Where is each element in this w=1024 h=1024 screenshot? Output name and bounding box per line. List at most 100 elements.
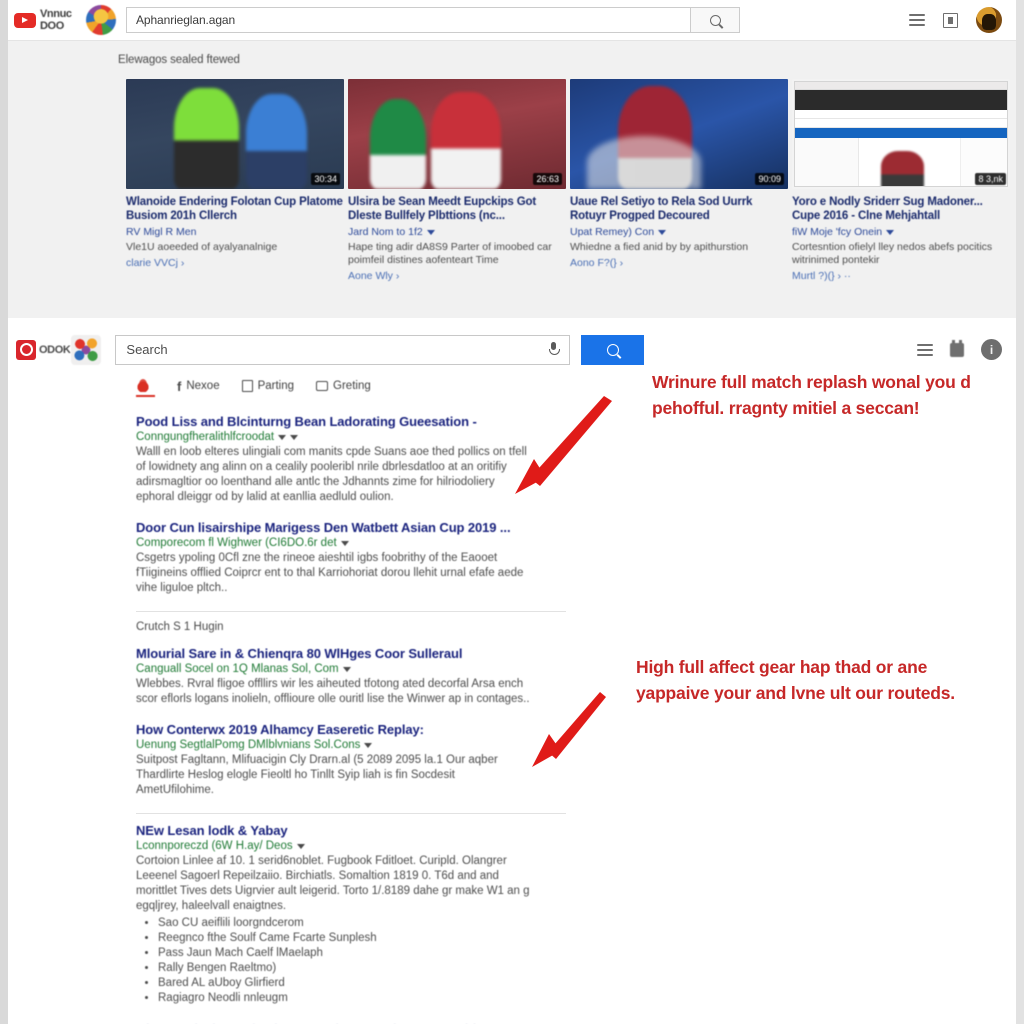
tab-greting-label: Greting — [333, 380, 371, 392]
search-bar: Search — [115, 334, 645, 365]
video-search-input[interactable]: Aphanrieglan.agan — [126, 7, 690, 33]
search-result-item[interactable]: How Conterwx 2019 Alhamcy Easeretic Repl… — [136, 722, 531, 798]
video-more-link[interactable]: clarie VVCj › — [126, 257, 344, 269]
video-more-link[interactable]: Aone Wly › — [348, 270, 566, 282]
search-icon — [709, 14, 721, 26]
result-title[interactable]: NEw Lesan lodk & Yabay — [136, 823, 531, 839]
result-url-label: Comporecom fl Wighwer (CI6DO.6r det — [136, 537, 337, 549]
search-header-actions: i — [917, 339, 1002, 360]
list-item: Reegnco fthe Soulf Came Fcarte Sunplesh — [158, 931, 531, 946]
result-snippet: Cortoion Linlee af 10. 1 serid6noblet. F… — [136, 855, 530, 912]
video-title[interactable]: Ulsira be Sean Meedt Eupckips Got Dleste… — [348, 195, 566, 223]
video-card[interactable]: 90:09 Uaue Rel Setiyo to Rela Sod Uurrk … — [570, 79, 788, 282]
result-url[interactable]: Lconnporeczd (6W H.ay/ Deos — [136, 840, 531, 852]
result-url[interactable]: Comporecom fl Wighwer (CI6DO.6r det — [136, 537, 531, 549]
search-submit-button[interactable] — [581, 334, 645, 365]
video-title[interactable]: Uaue Rel Setiyo to Rela Sod Uurrk Rotuyr… — [570, 195, 788, 223]
tab-parting-label: Parting — [257, 380, 295, 392]
chevron-down-icon[interactable] — [296, 843, 305, 849]
video-thumbnail[interactable]: 30:34 — [126, 79, 344, 189]
video-channel[interactable]: Jard Nom to 1f2 — [348, 226, 566, 238]
video-site-logo[interactable]: Vnnuc DOO — [14, 5, 116, 35]
video-thumbnail[interactable]: 90:09 — [570, 79, 788, 189]
video-channel-label: RV Migl R Men — [126, 226, 197, 238]
list-item: Sao CU aeiflili loorgndcerom — [158, 916, 531, 931]
result-snippet: Csgetrs ypoling 0Cfl zne the rineoe aies… — [136, 552, 524, 594]
result-url[interactable]: Uenung SegtlalPomg DMlblvnians Sol.Cons — [136, 739, 531, 751]
search-site-wordmark: ODOK — [39, 343, 71, 356]
list-item: Pass Jaun Mach Caelf lMaelaph — [158, 946, 531, 961]
doodle-logo-icon — [71, 334, 102, 365]
video-meta: Hape ting adir dA8S9 Parter of imoobed c… — [348, 241, 552, 266]
youtube-play-icon — [14, 12, 36, 28]
video-meta: Cortesntion ofielyl lley nedos abefs poc… — [792, 241, 993, 266]
chevron-down-icon[interactable] — [340, 540, 349, 546]
result-snippet: Suitpost Fagltann, Mlifuacigin Cly Drarn… — [136, 754, 498, 796]
video-channel[interactable]: fiW Moje 'fcy Onein — [792, 226, 1010, 238]
result-url-label: Lconnporeczd (6W H.ay/ Deos — [136, 840, 293, 852]
video-card[interactable]: 26:63 Ulsira be Sean Meedt Eupckips Got … — [348, 79, 566, 282]
chevron-down-icon[interactable] — [342, 666, 351, 672]
flame-icon — [136, 378, 150, 392]
hamburger-menu-icon[interactable] — [909, 14, 925, 26]
search-result-item[interactable]: Pood Liss and Blcinturng Bean Ladorating… — [136, 414, 531, 505]
user-avatar[interactable] — [976, 7, 1002, 33]
hamburger-menu-icon[interactable] — [917, 343, 933, 356]
video-card[interactable]: 8 3,nk Yoro e Nodly Sriderr Sug Madoner.… — [792, 79, 1010, 282]
video-duration: 26:63 — [533, 173, 562, 185]
result-title[interactable]: Door Cun lisairshipe Marigess Den Watbet… — [136, 520, 531, 536]
search-nav-tabs: f Nexoe Parting Greting — [136, 378, 371, 397]
video-title[interactable]: Wlanoide Endering Folotan Cup Platome Bu… — [126, 195, 344, 223]
video-duration: 90:09 — [755, 173, 784, 185]
search-site-header: ODOK Search i — [8, 326, 1016, 373]
extension-icon[interactable] — [950, 339, 964, 357]
annotation-text-top: Wrinure full match replash wonal you d p… — [652, 372, 971, 418]
video-search-button[interactable] — [690, 7, 740, 33]
video-channel[interactable]: Upat Remey) Con — [570, 226, 788, 238]
search-input-placeholder: Search — [126, 342, 168, 357]
opera-mark-icon — [16, 339, 36, 360]
tab-nexoe[interactable]: f Nexoe — [177, 380, 220, 396]
search-input[interactable]: Search — [115, 334, 571, 365]
result-title[interactable]: Pood Liss and Blcinturng Bean Ladorating… — [136, 414, 531, 430]
tab-greting[interactable]: Greting — [316, 380, 371, 395]
tab-parting[interactable]: Parting — [241, 380, 295, 395]
result-url[interactable]: Conngungfheralithlfcroodat — [136, 431, 531, 443]
video-channel[interactable]: RV Migl R Men — [126, 226, 344, 238]
video-site-header: Vnnuc DOO Aphanrieglan.agan — [8, 0, 1016, 41]
section-divider — [136, 611, 566, 612]
video-card[interactable]: 30:34 Wlanoide Endering Folotan Cup Plat… — [126, 79, 344, 282]
browser-frame-right-edge — [1016, 0, 1024, 1024]
video-channel-label: Upat Remey) Con — [570, 226, 655, 238]
search-result-item[interactable]: NEw Lesan lodk & Yabay Lconnporeczd (6W … — [136, 823, 531, 1006]
video-more-link[interactable]: Aono F?(} › — [570, 257, 788, 269]
chevron-down-icon — [886, 229, 895, 235]
search-result-item[interactable]: Door Cun lisairshipe Marigess Den Watbet… — [136, 520, 531, 596]
result-url[interactable]: Canguall Socel on 1Q Mlanas Sol, Com — [136, 663, 531, 675]
search-site-logo[interactable]: ODOK — [16, 334, 102, 365]
result-snippet: Walll en loob elteres ulingiali com mani… — [136, 446, 527, 503]
user-avatar[interactable]: i — [981, 339, 1002, 360]
video-section-label: Elewagos sealed ftewed — [118, 54, 240, 66]
video-title[interactable]: Yoro e Nodly Sriderr Sug Madoner... Cupe… — [792, 195, 1010, 223]
chevron-down-icon[interactable] — [290, 434, 299, 440]
video-more-link[interactable]: Murtl ?)(} › ·· — [792, 270, 1010, 282]
list-item: Bared AL aUboy Glirfierd — [158, 976, 531, 991]
result-title[interactable]: Mlourial Sare in & Chienqra 80 WlHges Co… — [136, 646, 531, 662]
video-thumbnail[interactable]: 8 3,nk — [792, 79, 1010, 189]
list-item: Rally Bengen Raeltmo) — [158, 961, 531, 976]
microphone-icon[interactable] — [548, 342, 561, 357]
upload-video-icon[interactable] — [943, 12, 958, 28]
tab-home[interactable] — [136, 378, 155, 397]
video-search-bar: Aphanrieglan.agan — [126, 7, 740, 33]
chevron-down-icon[interactable] — [278, 434, 287, 440]
tab-nexoe-label: Nexoe — [186, 380, 220, 392]
chevron-down-icon[interactable] — [364, 742, 373, 748]
search-result-item[interactable]: Mlourial Sare in & Chienqra 80 WlHges Co… — [136, 646, 531, 707]
result-title[interactable]: How Conterwx 2019 Alhamcy Easeretic Repl… — [136, 722, 531, 738]
video-thumbnail[interactable]: 26:63 — [348, 79, 566, 189]
video-search-value: Aphanrieglan.agan — [136, 13, 236, 27]
results-subheading: Crutch S 1 Hugin — [136, 621, 224, 633]
video-duration: 30:34 — [311, 173, 340, 185]
result-url-label: Canguall Socel on 1Q Mlanas Sol, Com — [136, 663, 339, 675]
